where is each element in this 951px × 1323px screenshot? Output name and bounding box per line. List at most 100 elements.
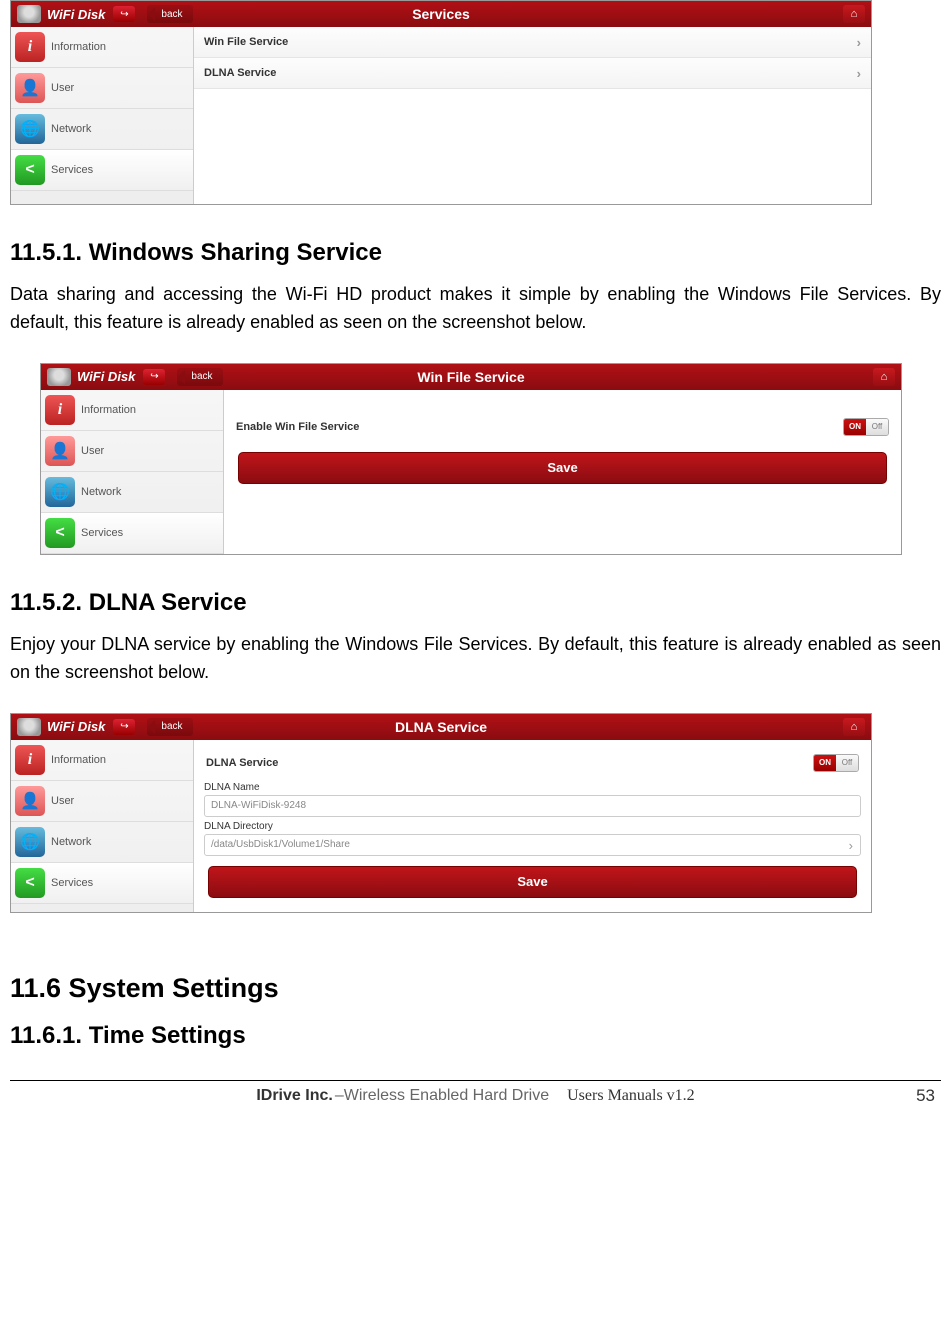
paragraph-11-5-1: Data sharing and accessing the Wi-Fi HD … bbox=[10, 281, 941, 337]
footer-company: IDrive Inc. bbox=[256, 1087, 332, 1105]
sidebar-item-label: Information bbox=[51, 41, 106, 53]
dlna-dir-input[interactable] bbox=[204, 834, 861, 856]
sidebar-item-label: Services bbox=[81, 527, 123, 539]
globe-icon: 🌐 bbox=[15, 827, 45, 857]
sidebar-item-label: User bbox=[51, 82, 74, 94]
sidebar-item-label: Services bbox=[51, 877, 93, 889]
save-button[interactable]: Save bbox=[208, 866, 857, 898]
share-icon: < bbox=[15, 868, 45, 898]
sidebar-item-label: Network bbox=[81, 486, 121, 498]
brand-label: WiFi Disk bbox=[77, 369, 135, 384]
sidebar-item-information[interactable]: i Information bbox=[41, 390, 223, 431]
back-button[interactable]: back bbox=[177, 368, 222, 386]
sidebar-item-services[interactable]: < Services bbox=[11, 863, 193, 904]
screenshot-winfile: WiFi Disk ↪ back Win File Service ⌂ i Inf… bbox=[40, 363, 902, 555]
save-button[interactable]: Save bbox=[238, 452, 887, 484]
heading-11-5-2: 11.5.2. DLNA Service bbox=[10, 589, 941, 617]
save-label: Save bbox=[547, 460, 577, 475]
sidebar-item-label: User bbox=[51, 795, 74, 807]
home-button[interactable]: ⌂ bbox=[873, 368, 895, 386]
info-icon: i bbox=[15, 32, 45, 62]
user-icon: 👤 bbox=[15, 786, 45, 816]
logout-icon[interactable]: ↪ bbox=[113, 6, 135, 22]
info-icon: i bbox=[15, 745, 45, 775]
save-label: Save bbox=[517, 874, 547, 889]
info-icon: i bbox=[45, 395, 75, 425]
dlna-name-input[interactable] bbox=[204, 795, 861, 817]
page-title: DLNA Service bbox=[11, 719, 871, 735]
sidebar-item-label: Services bbox=[51, 164, 93, 176]
list-item-label: DLNA Service bbox=[204, 67, 276, 79]
back-label: back bbox=[191, 371, 212, 382]
heading-11-5-1: 11.5.1. Windows Sharing Service bbox=[10, 239, 941, 267]
row-dlna-service: DLNA Service ON Off bbox=[204, 748, 861, 778]
footer-doc: Users Manuals v1.2 bbox=[567, 1087, 695, 1105]
globe-icon: 🌐 bbox=[45, 477, 75, 507]
back-label: back bbox=[161, 9, 182, 20]
sidebar-item-user[interactable]: 👤 User bbox=[41, 431, 223, 472]
page-number: 53 bbox=[916, 1086, 935, 1106]
drive-icon bbox=[17, 5, 41, 23]
back-button[interactable]: back bbox=[147, 5, 192, 23]
sidebar-item-services[interactable]: < Services bbox=[11, 150, 193, 191]
brand-label: WiFi Disk bbox=[47, 719, 105, 734]
list-item-winfile[interactable]: Win File Service › bbox=[194, 27, 871, 58]
toggle-winfile[interactable]: ON Off bbox=[843, 418, 889, 436]
titlebar: WiFi Disk ↪ back Services ⌂ bbox=[11, 1, 871, 27]
chevron-right-icon: › bbox=[849, 838, 853, 853]
heading-11-6-1: 11.6.1. Time Settings bbox=[10, 1022, 941, 1050]
main-panel: Win File Service › DLNA Service › bbox=[194, 27, 871, 204]
page-footer: IDrive Inc. –Wireless Enabled Hard Drive… bbox=[10, 1080, 941, 1105]
toggle-on: ON bbox=[814, 755, 836, 771]
sidebar: i Information 👤 User 🌐 Network < Services bbox=[41, 390, 224, 554]
paragraph-11-5-2: Enjoy your DLNA service by enabling the … bbox=[10, 631, 941, 687]
share-icon: < bbox=[45, 518, 75, 548]
home-button[interactable]: ⌂ bbox=[843, 5, 865, 23]
chevron-right-icon: › bbox=[857, 35, 861, 50]
screenshot-dlna: WiFi Disk ↪ back DLNA Service ⌂ i Informa… bbox=[10, 713, 872, 913]
user-icon: 👤 bbox=[15, 73, 45, 103]
dlna-dir-row[interactable]: › bbox=[204, 834, 861, 856]
back-button[interactable]: back bbox=[147, 718, 192, 736]
drive-icon bbox=[17, 718, 41, 736]
page-title: Services bbox=[11, 6, 871, 22]
sidebar-item-network[interactable]: 🌐 Network bbox=[41, 472, 223, 513]
sidebar-item-label: Network bbox=[51, 836, 91, 848]
chevron-right-icon: › bbox=[857, 66, 861, 81]
sidebar-item-services[interactable]: < Services bbox=[41, 513, 223, 554]
toggle-off: Off bbox=[866, 419, 888, 435]
toggle-off: Off bbox=[836, 755, 858, 771]
user-icon: 👤 bbox=[45, 436, 75, 466]
back-label: back bbox=[161, 721, 182, 732]
sidebar-item-label: Information bbox=[51, 754, 106, 766]
globe-icon: 🌐 bbox=[15, 114, 45, 144]
main-panel: Enable Win File Service ON Off Save bbox=[224, 390, 901, 554]
sidebar-item-label: Information bbox=[81, 404, 136, 416]
sidebar-item-information[interactable]: i Information bbox=[11, 27, 193, 68]
enable-label: Enable Win File Service bbox=[236, 421, 359, 433]
toggle-on: ON bbox=[844, 419, 866, 435]
sidebar-item-user[interactable]: 👤 User bbox=[11, 781, 193, 822]
sidebar-item-information[interactable]: i Information bbox=[11, 740, 193, 781]
logout-icon[interactable]: ↪ bbox=[143, 369, 165, 385]
drive-icon bbox=[47, 368, 71, 386]
sidebar-item-network[interactable]: 🌐 Network bbox=[11, 822, 193, 863]
sidebar-item-label: User bbox=[81, 445, 104, 457]
toggle-dlna[interactable]: ON Off bbox=[813, 754, 859, 772]
sidebar-item-label: Network bbox=[51, 123, 91, 135]
brand-label: WiFi Disk bbox=[47, 7, 105, 22]
list-item-label: Win File Service bbox=[204, 36, 288, 48]
page-title: Win File Service bbox=[41, 369, 901, 385]
list-item-dlna[interactable]: DLNA Service › bbox=[194, 58, 871, 89]
sidebar: i Information 👤 User 🌐 Network < Services bbox=[11, 27, 194, 204]
logout-icon[interactable]: ↪ bbox=[113, 719, 135, 735]
sidebar-item-user[interactable]: 👤 User bbox=[11, 68, 193, 109]
titlebar: WiFi Disk ↪ back Win File Service ⌂ bbox=[41, 364, 901, 390]
screenshot-services: WiFi Disk ↪ back Services ⌂ i Information… bbox=[10, 0, 872, 205]
sidebar-item-network[interactable]: 🌐 Network bbox=[11, 109, 193, 150]
heading-11-6: 11.6 System Settings bbox=[10, 973, 941, 1004]
dlna-dir-label: DLNA Directory bbox=[204, 821, 861, 832]
share-icon: < bbox=[15, 155, 45, 185]
home-button[interactable]: ⌂ bbox=[843, 718, 865, 736]
main-panel: DLNA Service ON Off DLNA Name DLNA Direc… bbox=[194, 740, 871, 912]
